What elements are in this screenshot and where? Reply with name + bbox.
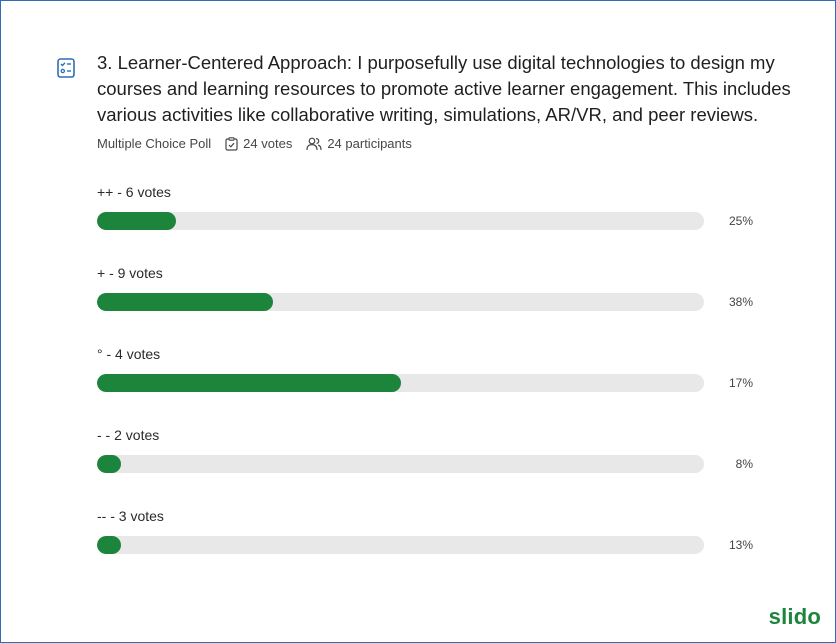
option-bar-fill xyxy=(97,212,176,230)
votes-label: 24 votes xyxy=(243,136,293,151)
poll-option: ° - 4 votes 17% xyxy=(97,345,817,392)
option-bar-fill xyxy=(97,374,401,392)
option-bar-fill xyxy=(97,455,122,473)
participants-label: 24 participants xyxy=(327,136,412,151)
option-label: ° - 4 votes xyxy=(97,346,161,362)
poll-card: 3. Learner-Centered Approach: I purposef… xyxy=(0,0,836,643)
option-percent: 25% xyxy=(728,214,753,228)
participants-count: 24 participants xyxy=(306,136,412,151)
poll-type-label: Multiple Choice Poll xyxy=(97,136,212,151)
poll-option: -- - 3 votes 13% xyxy=(97,507,817,554)
poll-list-icon xyxy=(57,58,75,78)
poll-meta: Multiple Choice Poll 24 votes 24 partici… xyxy=(97,136,426,151)
option-percent: 38% xyxy=(728,295,753,309)
option-bar-fill xyxy=(97,293,274,311)
option-bar-track xyxy=(97,536,704,554)
option-bar-track xyxy=(97,455,704,473)
poll-option: - - 2 votes 8% xyxy=(97,426,817,473)
poll-type: Multiple Choice Poll xyxy=(97,136,211,151)
poll-option: + - 9 votes 38% xyxy=(97,264,817,311)
votes-count: 24 votes xyxy=(225,136,292,151)
poll-option: ++ - 6 votes 25% xyxy=(97,183,817,230)
slido-logo: slido xyxy=(768,604,821,629)
option-bar-track xyxy=(97,374,704,392)
poll-question: 3. Learner-Centered Approach: I purposef… xyxy=(97,52,791,125)
option-percent: 13% xyxy=(728,538,753,552)
participants-icon xyxy=(306,137,322,150)
option-label: ++ - 6 votes xyxy=(97,184,171,200)
option-bar-fill xyxy=(97,536,122,554)
option-bar-track xyxy=(97,212,704,230)
clipboard-check-icon xyxy=(225,136,238,151)
option-percent: 8% xyxy=(735,457,753,471)
option-label: - - 2 votes xyxy=(97,427,160,443)
option-bar-track xyxy=(97,293,704,311)
option-label: -- - 3 votes xyxy=(97,508,164,524)
option-percent: 17% xyxy=(728,376,753,390)
option-label: + - 9 votes xyxy=(97,265,163,281)
